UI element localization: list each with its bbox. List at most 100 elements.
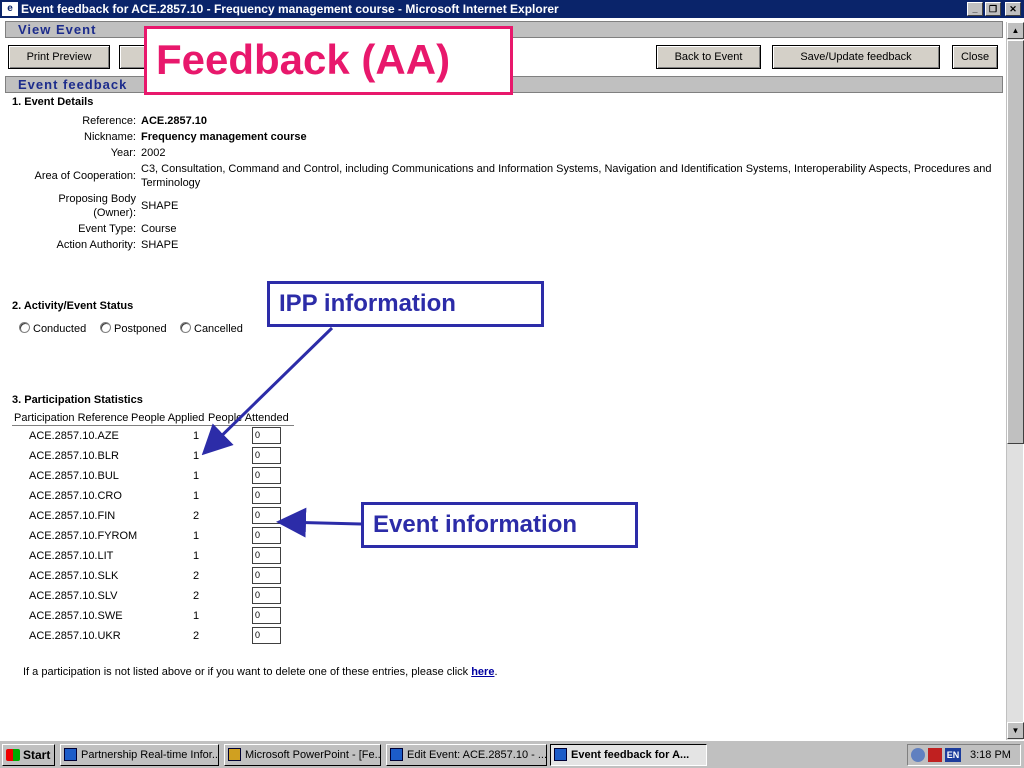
people-attended-input[interactable]: 0 <box>252 487 281 504</box>
year-label: Year: <box>110 147 136 159</box>
proposing-body-label-line2: (Owner): <box>93 207 136 219</box>
back-to-event-button[interactable]: Back to Event <box>656 45 761 69</box>
print-preview-button[interactable]: Print Preview <box>8 45 110 69</box>
col-people-applied: People Applied <box>131 412 205 424</box>
windows-logo-icon <box>6 749 20 761</box>
language-indicator[interactable]: EN <box>945 748 961 762</box>
postponed-label[interactable]: Postponed <box>114 323 167 335</box>
area-value-line2: Terminology <box>141 177 201 189</box>
people-applied-cell: 2 <box>193 630 200 642</box>
area-value-line1: C3, Consultation, Command and Control, i… <box>141 163 992 175</box>
year-value: 2002 <box>141 147 166 159</box>
conducted-label[interactable]: Conducted <box>33 323 86 335</box>
nickname-value: Frequency management course <box>141 131 307 143</box>
taskbar-item-event-feedback[interactable]: Event feedback for A... <box>550 744 707 766</box>
participation-reference-cell: ACE.2857.10.SLV <box>29 590 118 602</box>
feedback-aa-callout: Feedback (AA) <box>144 26 513 95</box>
people-attended-input[interactable]: 0 <box>252 507 281 524</box>
ipp-information-callout: IPP information <box>267 281 544 327</box>
windows-taskbar: Start Partnership Real-time Infor... Mic… <box>0 740 1024 768</box>
scroll-down-arrow-icon[interactable]: ▼ <box>1007 722 1024 739</box>
event-type-label: Event Type: <box>78 223 136 235</box>
clock[interactable]: 3:18 PM <box>970 745 1011 765</box>
taskbar-item-powerpoint[interactable]: Microsoft PowerPoint - [Fe... <box>224 744 381 766</box>
reference-label: Reference: <box>82 115 136 127</box>
col-participation-reference: Participation Reference <box>14 412 129 424</box>
area-label: Area of Cooperation: <box>34 170 136 182</box>
antivirus-shield-icon[interactable] <box>928 748 942 762</box>
powerpoint-icon <box>228 748 241 761</box>
participation-reference-cell: ACE.2857.10.SLK <box>29 570 119 582</box>
action-authority-label: Action Authority: <box>56 239 137 251</box>
taskbar-item-label: Edit Event: ACE.2857.10 - ... <box>407 749 547 761</box>
reference-value: ACE.2857.10 <box>141 115 208 127</box>
people-attended-input[interactable]: 0 <box>252 427 281 444</box>
people-applied-cell: 1 <box>193 550 200 562</box>
participation-reference-cell: ACE.2857.10.CRO <box>29 490 122 502</box>
people-attended-input[interactable]: 0 <box>252 527 281 544</box>
system-tray: EN 3:18 PM <box>907 744 1021 766</box>
scroll-thumb[interactable] <box>1007 40 1024 444</box>
people-attended-input[interactable]: 0 <box>252 467 281 484</box>
nickname-label: Nickname: <box>84 131 136 143</box>
participation-reference-cell: ACE.2857.10.SWE <box>29 610 123 622</box>
participation-reference-cell: ACE.2857.10.BUL <box>29 470 119 482</box>
proposing-body-label-line1: Proposing Body <box>58 193 136 205</box>
event-details-heading: 1. Event Details <box>12 96 94 108</box>
col-people-attended: People Attended <box>208 412 289 424</box>
internet-explorer-icon <box>554 748 567 761</box>
start-label: Start <box>23 748 51 762</box>
participation-reference-cell: ACE.2857.10.BLR <box>29 450 119 462</box>
people-attended-input[interactable]: 0 <box>252 547 281 564</box>
window-close-button[interactable]: ✕ <box>1005 2 1021 16</box>
internet-explorer-icon <box>64 748 77 761</box>
taskbar-item-edit-event[interactable]: Edit Event: ACE.2857.10 - ... <box>386 744 547 766</box>
participation-reference-cell: ACE.2857.10.FYROM <box>29 530 138 542</box>
people-applied-cell: 1 <box>193 430 200 442</box>
people-attended-input[interactable]: 0 <box>252 567 281 584</box>
here-link[interactable]: here <box>471 666 494 678</box>
vertical-scrollbar[interactable]: ▲ ▼ <box>1006 22 1024 740</box>
taskbar-item-label: Event feedback for A... <box>571 749 690 761</box>
activity-status-heading: 2. Activity/Event Status <box>12 300 134 312</box>
people-attended-input[interactable]: 0 <box>252 627 281 644</box>
cancelled-label[interactable]: Cancelled <box>194 323 243 335</box>
people-applied-cell: 1 <box>193 490 200 502</box>
people-attended-input[interactable]: 0 <box>252 587 281 604</box>
people-applied-cell: 1 <box>193 530 200 542</box>
people-applied-cell: 2 <box>193 510 200 522</box>
conducted-radio[interactable] <box>19 322 30 333</box>
note-text: If a participation is not listed above o… <box>23 666 472 678</box>
close-button[interactable]: Close <box>952 45 998 69</box>
participation-reference-cell: ACE.2857.10.AZE <box>29 430 119 442</box>
network-icon[interactable] <box>911 748 925 762</box>
participation-heading: 3. Participation Statistics <box>12 394 143 406</box>
action-authority-value: SHAPE <box>141 239 179 251</box>
cancelled-radio[interactable] <box>180 322 191 333</box>
participation-reference-cell: ACE.2857.10.FIN <box>29 510 116 522</box>
people-attended-input[interactable]: 0 <box>252 447 281 464</box>
people-attended-input[interactable]: 0 <box>252 607 281 624</box>
minimize-button[interactable]: _ <box>967 2 983 16</box>
people-applied-cell: 2 <box>193 590 200 602</box>
save-update-feedback-button[interactable]: Save/Update feedback <box>772 45 940 69</box>
participation-reference-cell: ACE.2857.10.LIT <box>29 550 114 562</box>
people-applied-cell: 2 <box>193 570 200 582</box>
taskbar-item-partnership[interactable]: Partnership Real-time Infor... <box>60 744 219 766</box>
participation-note: If a participation is not listed above o… <box>23 666 498 678</box>
restore-button[interactable]: ❐ <box>985 2 1001 16</box>
proposing-body-value: SHAPE <box>141 200 179 212</box>
window-title-bar[interactable]: e Event feedback for ACE.2857.10 - Frequ… <box>0 0 1024 18</box>
scroll-up-arrow-icon[interactable]: ▲ <box>1007 22 1024 39</box>
people-applied-cell: 1 <box>193 450 200 462</box>
table-header-divider <box>12 425 294 426</box>
people-applied-cell: 1 <box>193 610 200 622</box>
taskbar-item-label: Partnership Real-time Infor... <box>81 749 219 761</box>
event-type-value: Course <box>141 223 177 235</box>
people-applied-cell: 1 <box>193 470 200 482</box>
note-end: . <box>494 666 498 678</box>
taskbar-item-label: Microsoft PowerPoint - [Fe... <box>245 749 381 761</box>
postponed-radio[interactable] <box>100 322 111 333</box>
internet-explorer-icon: e <box>2 2 18 16</box>
start-button[interactable]: Start <box>2 744 55 766</box>
